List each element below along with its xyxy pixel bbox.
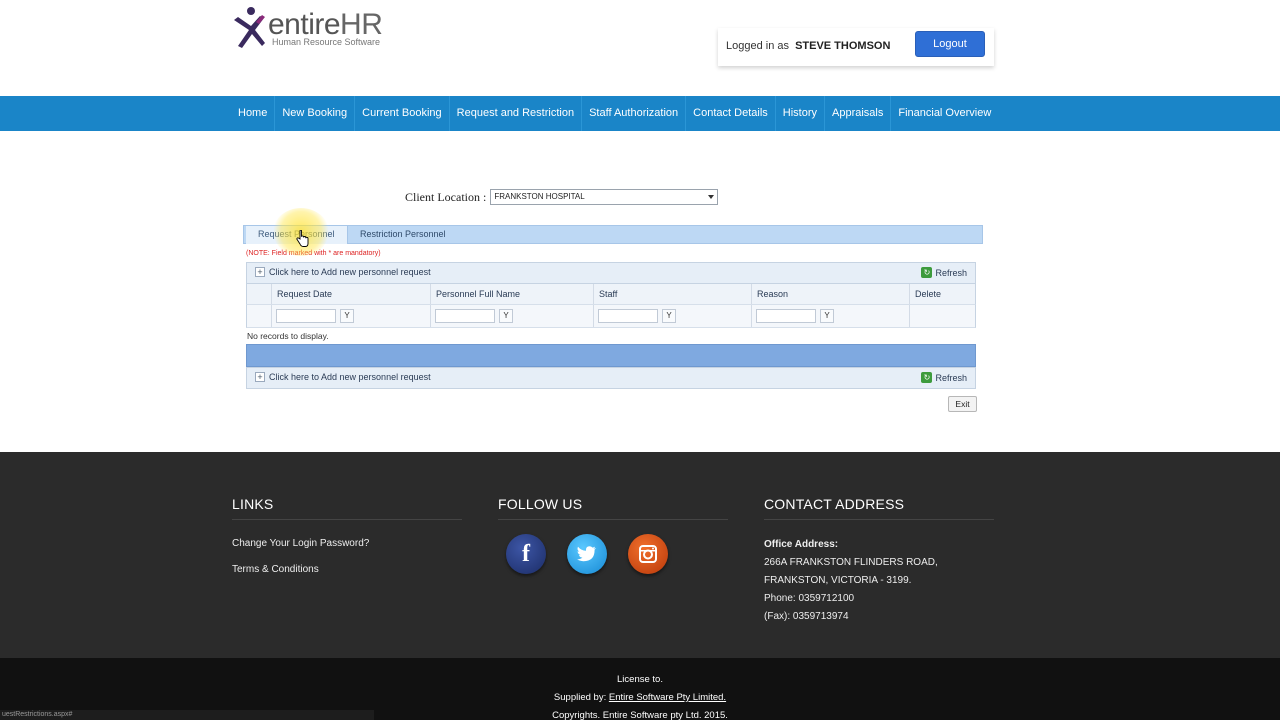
logo-tagline: Human Resource Software [272, 37, 381, 47]
col-reason[interactable]: Reason [751, 284, 910, 304]
logo-mark-icon [234, 7, 265, 48]
fax-number: (Fax): 0359713974 [764, 611, 849, 622]
page-header: entireHR Human Resource Software Logged … [0, 0, 1280, 96]
nav-request-and-restriction[interactable]: Request and Restriction [448, 96, 581, 131]
change-password-link[interactable]: Change Your Login Password? [232, 538, 369, 549]
tab-restriction-personnel[interactable]: Restriction Personnel [348, 226, 458, 244]
facebook-icon[interactable]: f [506, 534, 546, 574]
client-location-label: Client Location : [405, 189, 487, 204]
grid-filter-row: Y Y Y Y [246, 305, 976, 328]
terms-conditions-link[interactable]: Terms & Conditions [232, 564, 369, 575]
nav-history[interactable]: History [774, 96, 824, 131]
logout-button[interactable]: Logout [915, 31, 985, 57]
tab-strip: Request Personnel Restriction Personnel [243, 225, 983, 244]
add-request-link[interactable]: + Click here to Add new personnel reques… [255, 372, 431, 382]
nav-contact-details[interactable]: Contact Details [685, 96, 775, 131]
filter-icon[interactable]: Y [820, 309, 834, 323]
logged-in-label: Logged in as [726, 40, 789, 52]
footer-links: Change Your Login Password? Terms & Cond… [232, 538, 369, 590]
login-status: Logged in as STEVE THOMSON [726, 40, 890, 52]
status-bar-url: uestRestrictions.aspx# [0, 710, 374, 720]
footer-contact-column: CONTACT ADDRESS [764, 496, 994, 520]
login-status-box: Logged in as STEVE THOMSON Logout [718, 28, 994, 66]
grid-pager [246, 344, 976, 367]
personnel-request-grid: + Click here to Add new personnel reques… [246, 262, 976, 389]
add-request-label: Click here to Add new personnel request [269, 372, 431, 382]
grid-header-row: Request Date Personnel Full Name Staff R… [246, 284, 976, 305]
exit-button[interactable]: Exit [948, 396, 977, 412]
filter-cell-delete [909, 305, 975, 327]
client-location: Client Location : FRANKSTON HOSPITAL [405, 188, 719, 206]
plus-icon: + [255, 267, 265, 277]
refresh-icon: ↻ [921, 372, 933, 383]
no-records-message: No records to display. [247, 331, 329, 341]
filter-cell-reason: Y [751, 305, 910, 327]
add-request-label: Click here to Add new personnel request [269, 267, 431, 277]
instagram-icon[interactable] [628, 534, 668, 574]
footer-follow-column: FOLLOW US [498, 496, 728, 520]
nav-staff-authorization[interactable]: Staff Authorization [581, 96, 685, 131]
nav-current-booking[interactable]: Current Booking [354, 96, 449, 131]
camera-glyph-icon [639, 545, 657, 563]
main-navbar: Home New Booking Current Booking Request… [0, 96, 1280, 131]
supplied-by-link[interactable]: Entire Software Pty Limited. [609, 692, 726, 703]
refresh-button[interactable]: ↻ Refresh [921, 372, 967, 383]
user-name: STEVE THOMSON [795, 40, 891, 52]
nav-new-booking[interactable]: New Booking [274, 96, 354, 131]
grid-command-bar-bottom: + Click here to Add new personnel reques… [246, 367, 976, 389]
social-icons: f [506, 534, 689, 574]
footer-contact-title: CONTACT ADDRESS [764, 496, 994, 520]
nav-financial-overview[interactable]: Financial Overview [890, 96, 998, 131]
hand-cursor-icon [296, 230, 309, 247]
nav-home[interactable]: Home [231, 96, 274, 131]
col-staff[interactable]: Staff [593, 284, 752, 304]
filter-input-request-date[interactable] [276, 309, 336, 323]
address-line-1: 266A FRANKSTON FLINDERS ROAD, [764, 557, 938, 568]
entirehr-logo[interactable]: entireHR Human Resource Software [232, 6, 392, 52]
address-line-2: FRANKSTON, VICTORIA - 3199. [764, 575, 912, 586]
refresh-button[interactable]: ↻ Refresh [921, 267, 967, 278]
filter-icon[interactable]: Y [662, 309, 676, 323]
client-location-value: FRANKSTON HOSPITAL [494, 192, 585, 201]
footer-links-column: LINKS [232, 496, 462, 520]
page-footer: LINKS Change Your Login Password? Terms … [0, 452, 1280, 658]
add-request-link[interactable]: + Click here to Add new personnel reques… [255, 267, 431, 277]
filter-cell-personnel-name: Y [430, 305, 593, 327]
twitter-bird-icon [577, 546, 596, 562]
col-delete: Delete [909, 284, 975, 304]
client-location-select[interactable]: FRANKSTON HOSPITAL [490, 189, 719, 205]
filter-input-staff[interactable] [598, 309, 658, 323]
supplied-by-label: Supplied by: [553, 692, 607, 703]
filter-icon[interactable]: Y [499, 309, 513, 323]
plus-icon: + [255, 372, 265, 382]
supplied-by-line: Supplied by: Entire Software Pty Limited… [0, 692, 1280, 703]
refresh-label: Refresh [935, 372, 967, 383]
grid-command-bar-top: + Click here to Add new personnel reques… [246, 262, 976, 284]
filter-cell-request-date: Y [271, 305, 431, 327]
col-personnel-full-name[interactable]: Personnel Full Name [430, 284, 593, 304]
footer-links-title: LINKS [232, 496, 462, 520]
phone-number: Phone: 0359712100 [764, 593, 855, 604]
office-address-label: Office Address: [764, 539, 839, 550]
filter-icon[interactable]: Y [340, 309, 354, 323]
footer-follow-title: FOLLOW US [498, 496, 728, 520]
col-request-date[interactable]: Request Date [271, 284, 431, 304]
refresh-label: Refresh [935, 267, 967, 278]
filter-input-personnel-name[interactable] [435, 309, 495, 323]
main-nav: Home New Booking Current Booking Request… [231, 96, 998, 131]
contact-address: Office Address: 266A FRANKSTON FLINDERS … [764, 536, 938, 626]
dropdown-arrow-icon [708, 195, 715, 199]
twitter-icon[interactable] [567, 534, 607, 574]
filter-cell-staff: Y [593, 305, 752, 327]
license-text: License to. [617, 674, 663, 685]
refresh-icon: ↻ [921, 267, 933, 278]
nav-appraisals[interactable]: Appraisals [824, 96, 890, 131]
filter-input-reason[interactable] [756, 309, 816, 323]
